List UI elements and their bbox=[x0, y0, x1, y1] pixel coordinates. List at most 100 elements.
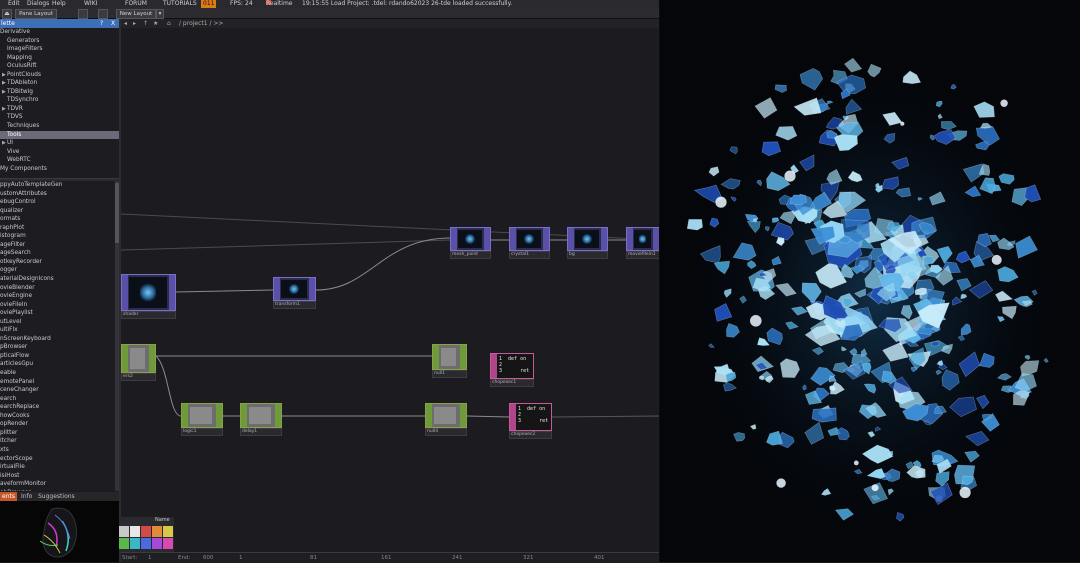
palette-folder-oculusrift[interactable]: OculusRift bbox=[0, 62, 119, 71]
palette-folder-tools[interactable]: Tools bbox=[0, 130, 119, 140]
palette-component-item[interactable]: ectorScope bbox=[0, 455, 115, 464]
node-name-label[interactable]: mesh_point bbox=[450, 251, 491, 259]
expand-arrow-icon[interactable]: ▶ bbox=[2, 139, 6, 148]
menu-wiki[interactable]: WIKI bbox=[84, 0, 97, 8]
palette-component-item[interactable]: ovieFileIn bbox=[0, 301, 115, 310]
expand-arrow-icon[interactable]: ▶ bbox=[2, 79, 6, 88]
operator-node-logic1[interactable]: logic1 bbox=[181, 403, 223, 437]
palette-folder-imagefilters[interactable]: ImageFilters bbox=[0, 45, 119, 54]
home-icon[interactable]: ⌂ bbox=[167, 19, 171, 28]
color-swatch[interactable] bbox=[130, 538, 140, 549]
palette-folder-tdsynchro[interactable]: TDSynchro bbox=[0, 96, 119, 105]
palette-folder-webrtc[interactable]: WebRTC bbox=[0, 156, 119, 165]
palette-component-item[interactable]: nScreenKeyboard bbox=[0, 335, 115, 344]
palette-component-item[interactable]: eable bbox=[0, 369, 115, 378]
expand-arrow-icon[interactable]: ▶ bbox=[2, 71, 6, 80]
color-swatch[interactable] bbox=[119, 526, 129, 537]
home-button[interactable]: ⏏ bbox=[2, 9, 12, 19]
palette-component-item[interactable]: earchReplace bbox=[0, 403, 115, 412]
menu-forum[interactable]: FORUM bbox=[125, 0, 147, 8]
tab-suggestions[interactable]: Suggestions bbox=[36, 492, 77, 501]
node-body[interactable] bbox=[121, 344, 156, 373]
node-name-label[interactable]: logic1 bbox=[181, 428, 223, 436]
operator-node-crystal1[interactable]: crystal1 bbox=[509, 227, 550, 260]
palette-component-item[interactable]: ebBrowser bbox=[0, 489, 115, 491]
color-swatch[interactable] bbox=[141, 538, 151, 549]
node-name-label[interactable]: delay1 bbox=[240, 428, 282, 436]
tab-info[interactable]: Info bbox=[19, 492, 34, 501]
palette-component-item[interactable]: utLevel bbox=[0, 318, 115, 327]
node-name-label[interactable]: null4 bbox=[425, 428, 467, 436]
timeline-bar[interactable]: Start: 1 End: 600 181161241321401481 bbox=[121, 552, 676, 563]
palette-folder-tdvr[interactable]: ▶ TDVR bbox=[0, 105, 119, 114]
node-name-label[interactable]: moviefilein1 bbox=[626, 251, 660, 259]
palette-component-item[interactable]: ageFilter bbox=[0, 241, 115, 250]
palette-component-item[interactable]: otkeyRecorder bbox=[0, 258, 115, 267]
palette-folder-mapping[interactable]: Mapping bbox=[0, 54, 119, 63]
operator-node-delay1[interactable]: delay1 bbox=[240, 403, 282, 437]
palette-component-item[interactable]: ultiFlx bbox=[0, 326, 115, 335]
operator-node-chopexec2[interactable]: 1 def on 2 3 ret chopexec2 bbox=[509, 403, 552, 440]
palette-folder-my-components[interactable]: My Components bbox=[0, 165, 119, 174]
palette-component-item[interactable]: pticalFlow bbox=[0, 352, 115, 361]
node-body[interactable] bbox=[626, 227, 660, 251]
node-body[interactable] bbox=[450, 227, 491, 251]
palette-component-item[interactable]: howCooks bbox=[0, 412, 115, 421]
operator-node-bg[interactable]: bg bbox=[567, 227, 608, 260]
operator-node-ers2[interactable]: ers2 bbox=[121, 344, 156, 382]
palette-component-item[interactable]: ovieEngine bbox=[0, 292, 115, 301]
palette-component-item[interactable]: isiHost bbox=[0, 472, 115, 481]
operator-node-shader[interactable]: shader bbox=[121, 274, 176, 320]
palette-folder-techniques[interactable]: Techniques bbox=[0, 122, 119, 131]
node-name-label[interactable]: chopexec2 bbox=[509, 431, 552, 439]
palette-component-item[interactable]: articlesGpu bbox=[0, 360, 115, 369]
menu-dialogs[interactable]: Dialogs bbox=[27, 0, 49, 8]
node-body[interactable]: 1 def on 2 3 ret bbox=[490, 353, 534, 379]
menu-tutorials[interactable]: TUTORIALS bbox=[163, 0, 197, 8]
palette-component-item[interactable]: opRender bbox=[0, 420, 115, 429]
palette-component-item[interactable]: ormats bbox=[0, 215, 115, 224]
layout-icon-1[interactable] bbox=[78, 9, 88, 19]
network-editor[interactable]: mesh_point crystal1 bg moviefilein1 shader tr… bbox=[121, 28, 660, 552]
node-body[interactable] bbox=[181, 403, 223, 428]
color-swatch[interactable] bbox=[163, 538, 173, 549]
node-body[interactable] bbox=[273, 277, 316, 301]
palette-component-item[interactable]: pBrowser bbox=[0, 343, 115, 352]
palette-component-item[interactable]: aterialDesignIcons bbox=[0, 275, 115, 284]
palette-folder-derivative[interactable]: Derivative bbox=[0, 28, 119, 37]
palette-component-item[interactable]: emotePanel bbox=[0, 378, 115, 387]
node-name-label[interactable]: null1 bbox=[432, 370, 467, 378]
menu-edit[interactable]: Edit bbox=[8, 0, 20, 8]
new-layout-button[interactable]: New Layout bbox=[116, 9, 156, 19]
network-path[interactable]: / project1 / >> bbox=[179, 19, 223, 28]
palette-folder-generators[interactable]: Generators bbox=[0, 37, 119, 46]
node-name-label[interactable]: shader bbox=[121, 311, 176, 319]
node-name-label[interactable]: transform1 bbox=[273, 301, 316, 309]
node-name-label[interactable]: chopexec1 bbox=[490, 379, 534, 387]
palette-component-item[interactable]: raphPlot bbox=[0, 224, 115, 233]
bookmark-star-icon[interactable]: ★ bbox=[153, 19, 158, 28]
palette-component-item[interactable]: ogger bbox=[0, 266, 115, 275]
node-name-label[interactable]: crystal1 bbox=[509, 251, 550, 259]
color-swatch[interactable] bbox=[141, 526, 151, 537]
palette-component-item[interactable]: xts bbox=[0, 446, 115, 455]
palette-component-item[interactable]: irtualFile bbox=[0, 463, 115, 472]
operator-node-chopexec1[interactable]: 1 def on 2 3 ret chopexec1 bbox=[490, 353, 534, 388]
palette-folder-tdbitwig[interactable]: ▶ TDBitwig bbox=[0, 88, 119, 97]
palette-component-item[interactable]: qualizer bbox=[0, 207, 115, 216]
operator-node-null1[interactable]: null1 bbox=[432, 344, 467, 379]
operator-node-mesh_point[interactable]: mesh_point bbox=[450, 227, 491, 260]
node-name-label[interactable]: ers2 bbox=[121, 373, 156, 381]
layout-icon-2[interactable] bbox=[98, 9, 108, 19]
node-body[interactable] bbox=[121, 274, 176, 311]
node-name-label[interactable]: bg bbox=[567, 251, 608, 259]
palette-component-item[interactable]: ppyAutoTemplateGen bbox=[0, 181, 115, 190]
tab-components[interactable]: ents bbox=[0, 492, 17, 501]
node-body[interactable] bbox=[567, 227, 608, 251]
palette-folder-vive[interactable]: Vive bbox=[0, 148, 119, 157]
palette-component-item[interactable]: plitter bbox=[0, 429, 115, 438]
operator-node-null4[interactable]: null4 bbox=[425, 403, 467, 437]
palette-component-item[interactable]: earch bbox=[0, 395, 115, 404]
palette-component-item[interactable]: ceneChanger bbox=[0, 386, 115, 395]
node-body[interactable] bbox=[240, 403, 282, 428]
